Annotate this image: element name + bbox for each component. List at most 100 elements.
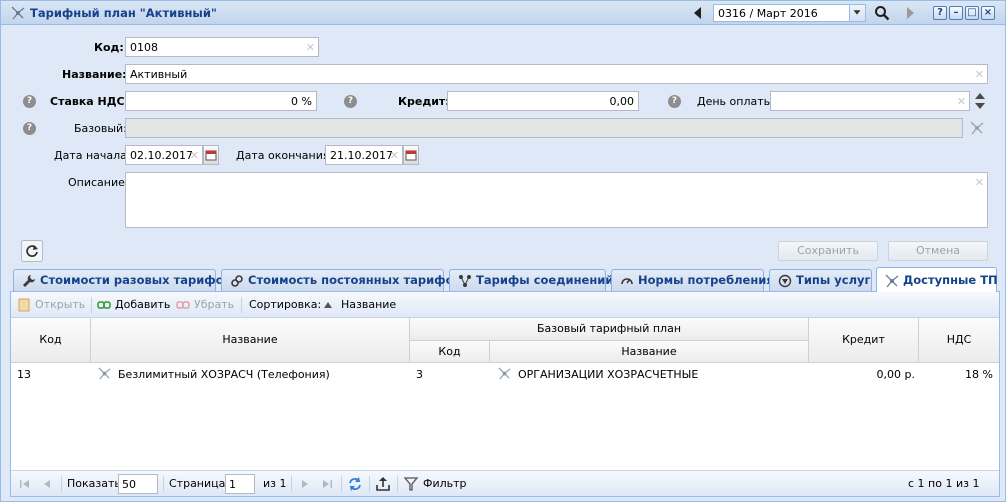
tariff-icon <box>98 367 111 380</box>
tariff-icon <box>885 274 899 288</box>
filter-icon[interactable] <box>403 476 419 492</box>
credit-label: Кредит: <box>398 95 450 108</box>
vat-field[interactable]: 0 % <box>125 91 317 111</box>
payday-field[interactable]: ✕ <box>770 91 970 111</box>
table-row[interactable]: 13 Безлимитный ХОЗРАСЧ (Телефония) 3 ОРГ… <box>11 364 999 384</box>
pager-separator <box>291 476 292 492</box>
start-date-label: Дата начала: <box>54 149 131 162</box>
refresh-icon[interactable] <box>21 240 43 262</box>
clear-icon[interactable]: ✕ <box>306 41 315 54</box>
payday-label: День оплаты: <box>697 95 777 108</box>
link-icon <box>231 275 243 287</box>
pager-separator <box>397 476 398 492</box>
add-button[interactable]: Добавить <box>115 298 170 311</box>
service-icon <box>778 274 792 288</box>
clear-icon[interactable]: ✕ <box>957 95 966 108</box>
cell-vat: 18 % <box>965 368 993 381</box>
grid-toolbar: Открыть Добавить Убрать Сортировка: Назв… <box>11 292 999 318</box>
help-tool-button[interactable]: ? <box>933 6 947 20</box>
calendar-icon[interactable] <box>403 145 419 165</box>
export-icon[interactable] <box>375 476 391 492</box>
code-field[interactable]: 0108 ✕ <box>125 37 319 57</box>
tab-label: Нормы потребления <box>638 273 774 287</box>
tab-service-types[interactable]: Типы услуг <box>769 269 872 291</box>
col-header-vat[interactable]: НДС <box>919 318 999 363</box>
tab-one-time-rates[interactable]: Стоимости разовых тарифов <box>13 269 231 291</box>
open-button[interactable]: Открыть <box>35 298 85 311</box>
open-icon <box>18 298 30 312</box>
tariff-icon <box>498 367 511 380</box>
vat-value: 0 % <box>291 95 312 108</box>
close-button[interactable]: × <box>981 6 995 20</box>
base-label: Базовый: <box>74 122 127 135</box>
clear-icon[interactable]: ✕ <box>975 176 984 189</box>
end-date-field[interactable]: 21.10.2017 ✕ <box>325 145 403 165</box>
cancel-button[interactable]: Отмена <box>888 241 988 261</box>
col-header-name[interactable]: Название <box>91 318 410 363</box>
help-icon[interactable]: ? <box>344 95 357 108</box>
pager-separator <box>163 476 164 492</box>
minimize-button[interactable]: – <box>949 6 963 20</box>
page-size-label: Показать <box>67 477 121 490</box>
refresh-icon[interactable] <box>347 476 363 492</box>
available-plans-panel: Открыть Добавить Убрать Сортировка: Назв… <box>10 291 1000 497</box>
next-page-icon[interactable] <box>297 476 313 492</box>
chevron-down-icon[interactable] <box>849 5 865 21</box>
sort-asc-icon[interactable] <box>324 301 332 309</box>
window-titlebar: Тарифный план "Активный" 0316 / Март 201… <box>1 1 1005 25</box>
toolbar-separator <box>241 297 242 313</box>
clear-icon[interactable]: ✕ <box>390 149 399 162</box>
clear-icon[interactable]: ✕ <box>975 68 984 81</box>
tab-label: Типы услуг <box>796 273 871 287</box>
col-header-code[interactable]: Код <box>11 318 91 363</box>
period-select[interactable]: 0316 / Март 2016 <box>713 4 866 22</box>
calendar-icon[interactable] <box>203 145 219 165</box>
first-page-icon[interactable] <box>17 476 33 492</box>
gauge-icon <box>621 278 633 285</box>
tariff-picker-icon[interactable] <box>968 119 986 137</box>
maximize-button[interactable]: □ <box>965 6 979 20</box>
cell-code: 13 <box>17 368 31 381</box>
help-icon[interactable]: ? <box>23 122 36 135</box>
last-page-icon[interactable] <box>319 476 335 492</box>
col-header-credit[interactable]: Кредит <box>809 318 919 363</box>
page-count-label: из 1 <box>263 477 287 490</box>
page-value: 1 <box>229 478 236 491</box>
page-size-value: 50 <box>122 478 136 491</box>
credit-field[interactable]: 0,00 <box>447 91 639 111</box>
period-value: 0316 / Март 2016 <box>718 7 818 20</box>
tab-connection-rates[interactable]: Тарифы соединений <box>449 269 613 291</box>
name-field[interactable]: Активный ✕ <box>125 64 988 84</box>
help-icon[interactable]: ? <box>23 95 36 108</box>
filter-button[interactable]: Фильтр <box>423 477 467 490</box>
remove-button[interactable]: Убрать <box>194 298 234 311</box>
tab-consumption-norms[interactable]: Нормы потребления <box>611 269 774 291</box>
col-header-base-name[interactable]: Название <box>490 341 809 363</box>
window-title: Тарифный план "Активный" <box>30 6 217 20</box>
col-header-base-code[interactable]: Код <box>410 341 490 363</box>
start-date-field[interactable]: 02.10.2017 ✕ <box>125 145 203 165</box>
page-size-input[interactable]: 50 <box>118 474 158 494</box>
pager-separator <box>369 476 370 492</box>
clear-icon[interactable]: ✕ <box>190 149 199 162</box>
pagination-bar: Показать 50 Страница 1 из 1 Фильтр с 1 п… <box>11 470 999 496</box>
prev-period-icon[interactable] <box>689 4 707 22</box>
sort-field-button[interactable]: Название <box>341 298 396 311</box>
wrench-icon <box>23 275 35 287</box>
vat-label: Ставка НДС: <box>50 95 130 108</box>
save-button[interactable]: Сохранить <box>778 241 878 261</box>
toolbar-separator <box>91 297 92 313</box>
end-date-label: Дата окончания: <box>236 149 334 162</box>
name-label: Название: <box>62 68 127 81</box>
remove-link-icon <box>176 301 190 309</box>
pager-separator <box>341 476 342 492</box>
tab-available-plans[interactable]: Доступные ТП <box>876 267 998 292</box>
tab-permanent-rates[interactable]: Стоимость постоянных тарифов <box>221 269 461 291</box>
prev-page-icon[interactable] <box>39 476 55 492</box>
help-icon[interactable]: ? <box>668 95 681 108</box>
page-input[interactable]: 1 <box>225 474 255 494</box>
stepper-icon[interactable] <box>972 91 988 111</box>
next-period-icon[interactable] <box>901 4 919 22</box>
search-icon[interactable] <box>873 4 891 22</box>
description-field[interactable]: ✕ <box>125 172 988 228</box>
